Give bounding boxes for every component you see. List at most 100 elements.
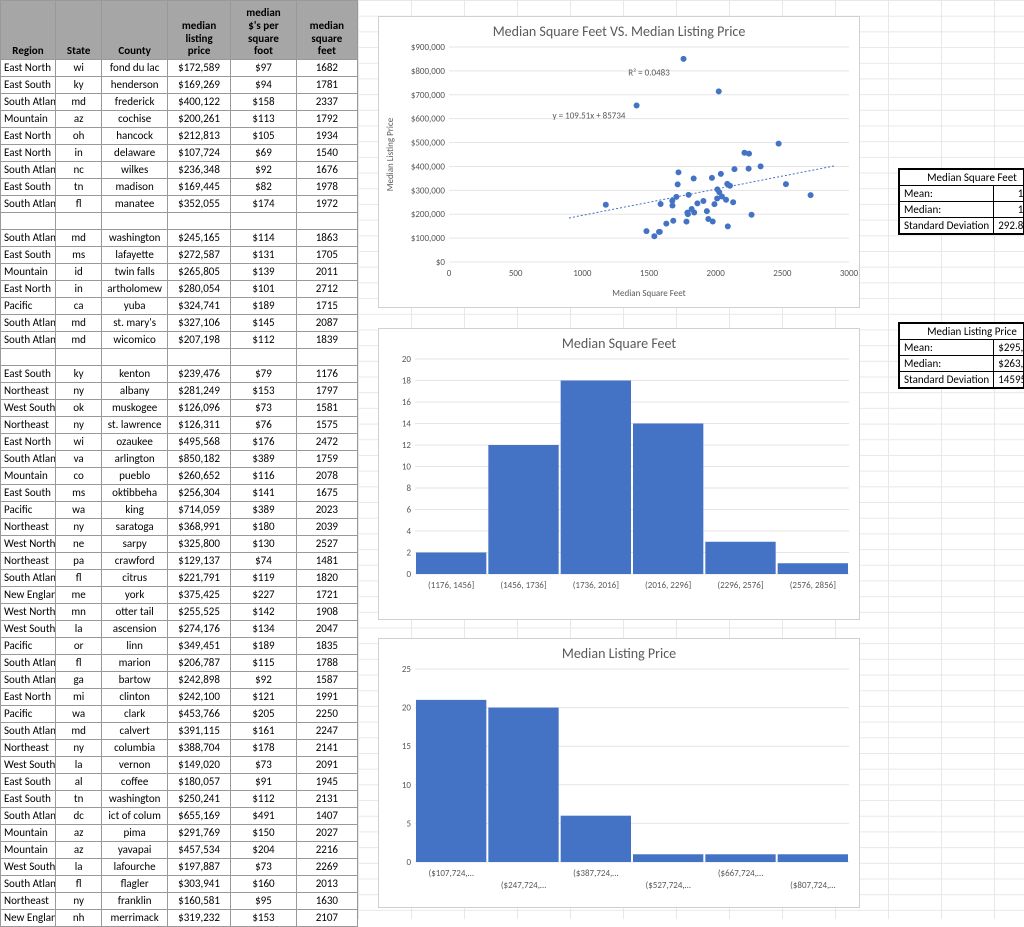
cell[interactable]: $281,249 [167, 383, 230, 400]
cell[interactable]: $206,787 [167, 655, 230, 672]
cell[interactable]: az [55, 111, 101, 128]
cell[interactable]: $73 [231, 400, 296, 417]
cell[interactable]: $265,805 [167, 264, 230, 281]
cell[interactable]: 1797 [296, 383, 357, 400]
cell[interactable]: madison [102, 179, 167, 196]
cell[interactable]: ny [55, 417, 101, 434]
cell[interactable]: $160 [231, 876, 296, 893]
cell[interactable]: muskogee [102, 400, 167, 417]
cell[interactable]: mi [55, 689, 101, 706]
cell[interactable]: 2250 [296, 706, 357, 723]
cell[interactable]: $172,589 [167, 60, 230, 77]
cell[interactable]: 1481 [296, 553, 357, 570]
cell[interactable]: West South [1, 621, 56, 638]
cell[interactable]: md [55, 332, 101, 349]
cell[interactable]: vernon [102, 757, 167, 774]
cell[interactable]: crawford [102, 553, 167, 570]
cell[interactable]: $82 [231, 179, 296, 196]
cell[interactable]: $850,182 [167, 451, 230, 468]
cell[interactable]: 1908 [296, 604, 357, 621]
cell[interactable]: 1835 [296, 638, 357, 655]
cell[interactable]: Mountain [1, 264, 56, 281]
cell[interactable]: South Atlan [1, 808, 56, 825]
cell[interactable]: $92 [231, 162, 296, 179]
cell[interactable]: Northeast [1, 740, 56, 757]
cell[interactable]: lafourche [102, 859, 167, 876]
cell[interactable]: md [55, 723, 101, 740]
cell[interactable]: ny [55, 893, 101, 910]
cell[interactable]: $400,122 [167, 94, 230, 111]
cell[interactable]: oktibbeha [102, 485, 167, 502]
cell[interactable]: $105 [231, 128, 296, 145]
cell[interactable]: wa [55, 706, 101, 723]
cell[interactable]: id [55, 264, 101, 281]
cell[interactable]: South Atlan [1, 94, 56, 111]
cell[interactable] [55, 349, 101, 366]
cell[interactable]: $74 [231, 553, 296, 570]
cell[interactable]: $150 [231, 825, 296, 842]
cell[interactable]: in [55, 145, 101, 162]
cell[interactable]: East North [1, 689, 56, 706]
cell[interactable]: 2013 [296, 876, 357, 893]
cell[interactable]: South Atlan [1, 570, 56, 587]
cell[interactable]: East South [1, 485, 56, 502]
cell[interactable]: albany [102, 383, 167, 400]
cell[interactable]: columbia [102, 740, 167, 757]
cell[interactable]: South Atlan [1, 315, 56, 332]
cell[interactable]: $349,451 [167, 638, 230, 655]
cell[interactable]: $200,261 [167, 111, 230, 128]
cell[interactable]: 1792 [296, 111, 357, 128]
cell[interactable] [1, 213, 56, 230]
cell[interactable]: $325,800 [167, 536, 230, 553]
cell[interactable]: md [55, 94, 101, 111]
cell[interactable]: ca [55, 298, 101, 315]
cell[interactable]: md [55, 230, 101, 247]
cell[interactable]: king [102, 502, 167, 519]
cell[interactable] [55, 213, 101, 230]
cell[interactable]: ozaukee [102, 434, 167, 451]
cell[interactable]: $97 [231, 60, 296, 77]
cell[interactable]: Mountain [1, 842, 56, 859]
cell[interactable]: 1978 [296, 179, 357, 196]
cell[interactable]: $207,198 [167, 332, 230, 349]
cell[interactable]: $92 [231, 672, 296, 689]
cell[interactable]: 2039 [296, 519, 357, 536]
cell[interactable]: nh [55, 910, 101, 927]
cell[interactable]: 1176 [296, 366, 357, 383]
cell[interactable]: dc [55, 808, 101, 825]
cell[interactable]: $260,652 [167, 468, 230, 485]
cell[interactable]: $145 [231, 315, 296, 332]
cell[interactable]: $126,096 [167, 400, 230, 417]
cell[interactable]: $221,791 [167, 570, 230, 587]
cell[interactable]: $94 [231, 77, 296, 94]
cell[interactable]: East North [1, 60, 56, 77]
cell[interactable]: $272,587 [167, 247, 230, 264]
cell[interactable]: $327,106 [167, 315, 230, 332]
cell[interactable]: tn [55, 791, 101, 808]
cell[interactable]: 2011 [296, 264, 357, 281]
cell[interactable]: West North [1, 536, 56, 553]
cell[interactable]: $375,425 [167, 587, 230, 604]
cell[interactable]: artholomew [102, 281, 167, 298]
cell[interactable]: $113 [231, 111, 296, 128]
cell[interactable]: kenton [102, 366, 167, 383]
cell[interactable]: 1675 [296, 485, 357, 502]
cell[interactable]: $368,991 [167, 519, 230, 536]
cell[interactable]: $114 [231, 230, 296, 247]
cell[interactable]: fond du lac [102, 60, 167, 77]
cell[interactable]: $189 [231, 638, 296, 655]
cell[interactable]: $95 [231, 893, 296, 910]
cell[interactable]: $134 [231, 621, 296, 638]
cell[interactable]: pueblo [102, 468, 167, 485]
cell[interactable]: delaware [102, 145, 167, 162]
cell[interactable]: $291,769 [167, 825, 230, 842]
cell[interactable]: $319,232 [167, 910, 230, 927]
cell[interactable]: Northeast [1, 383, 56, 400]
cell[interactable]: $274,176 [167, 621, 230, 638]
cell[interactable]: $178 [231, 740, 296, 757]
cell[interactable]: 2078 [296, 468, 357, 485]
cell[interactable] [231, 349, 296, 366]
cell[interactable]: cochise [102, 111, 167, 128]
cell[interactable]: 1407 [296, 808, 357, 825]
cell[interactable]: ict of colum [102, 808, 167, 825]
